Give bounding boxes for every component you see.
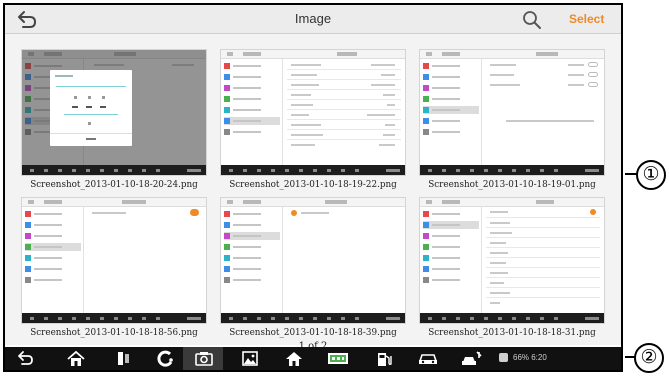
back-icon[interactable]: [15, 350, 37, 367]
file-name: Screenshot_2013-01-10-18-18-56.png: [30, 328, 198, 338]
vci-icon[interactable]: [327, 350, 349, 367]
house-icon[interactable]: [283, 350, 305, 367]
home-icon[interactable]: [65, 350, 87, 367]
screenshot-thumbnail: [419, 197, 605, 324]
car-tools-icon[interactable]: [461, 350, 483, 367]
screenshot-thumbnail: [21, 49, 207, 176]
camera-icon[interactable]: [193, 350, 215, 367]
app-toolbar: Image Select: [5, 5, 621, 34]
gallery-grid: Screenshot_2013-01-10-18-20-24.png Scree…: [5, 34, 621, 352]
gallery-item[interactable]: Screenshot_2013-01-10-18-18-39.png: [220, 197, 406, 342]
recent-apps-icon[interactable]: [113, 350, 135, 367]
gallery-item[interactable]: Screenshot_2013-01-10-18-18-31.png: [419, 197, 605, 342]
screenshot-thumbnail: [419, 49, 605, 176]
search-icon[interactable]: [521, 9, 543, 31]
car-icon[interactable]: [417, 350, 439, 367]
gallery-item[interactable]: Screenshot_2013-01-10-18-19-01.png: [419, 49, 605, 194]
status-clock: 66% 6:20: [513, 353, 547, 362]
screenshot-thumbnail: [220, 49, 406, 176]
select-button[interactable]: Select: [569, 12, 604, 26]
file-name: Screenshot_2013-01-10-18-19-01.png: [428, 180, 596, 190]
tablet-screen: Image Select Screenshot_2013-01-10-18-20…: [3, 3, 623, 372]
browser-icon[interactable]: [155, 350, 177, 367]
file-name: Screenshot_2013-01-10-18-18-31.png: [428, 328, 596, 338]
system-navigation-bar: 66% 6:20: [5, 347, 621, 370]
file-name: Screenshot_2013-01-10-18-18-39.png: [229, 328, 397, 338]
callout-1: ①: [636, 160, 666, 190]
file-name: Screenshot_2013-01-10-18-20-24.png: [30, 180, 198, 190]
gallery-item[interactable]: Screenshot_2013-01-10-18-19-22.png: [220, 49, 406, 194]
gallery-item[interactable]: Screenshot_2013-01-10-18-18-56.png: [21, 197, 207, 342]
file-name: Screenshot_2013-01-10-18-19-22.png: [229, 180, 397, 190]
gallery-icon[interactable]: [239, 350, 261, 367]
screenshot-thumbnail: [220, 197, 406, 324]
notification-icon: [499, 353, 508, 362]
gas-pump-icon[interactable]: [373, 350, 395, 367]
callout-2: ②: [634, 343, 664, 373]
gallery-item[interactable]: Screenshot_2013-01-10-18-20-24.png: [21, 49, 207, 194]
screenshot-thumbnail: [21, 197, 207, 324]
